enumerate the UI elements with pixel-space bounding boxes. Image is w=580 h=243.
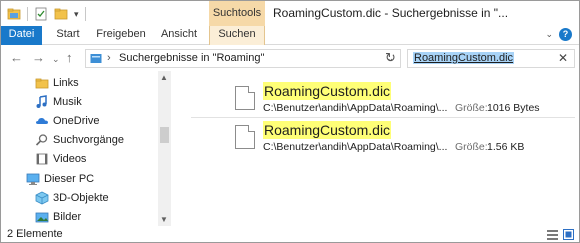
quick-access-toolbar: ▾ [7,6,86,22]
scroll-up-chevron-icon[interactable]: ▲ [160,73,168,82]
3d-objects-icon [35,191,49,205]
tab-ansicht[interactable]: Ansicht [158,26,200,45]
help-icon[interactable]: ? [559,28,572,41]
recent-locations-chevron-icon[interactable]: ⌄ [52,51,60,67]
up-arrow-icon[interactable]: ↑ [66,50,73,66]
tab-suchen[interactable]: Suchen [209,26,265,45]
search-icon [35,133,49,147]
status-bar: 2 Elemente [1,226,579,242]
address-row: ← → ⌄ ↑ › Suchergebnisse in "Roaming" ⌄ … [1,46,579,70]
new-folder-icon[interactable] [54,7,68,21]
list-item[interactable]: RoamingCustom.dic C:\Benutzer\andih\AppD… [229,121,575,163]
search-results-pane: RoamingCustom.dic C:\Benutzer\andih\AppD… [173,71,579,226]
scrollbar-thumb[interactable] [160,127,169,143]
file-icon [235,125,255,149]
window-title: RoamingCustom.dic - Suchergebnisse in ".… [273,6,509,20]
ribbon-tabs: Datei Start Freigeben Ansicht Suchen ⌄ ? [1,26,579,45]
search-results-icon [90,53,102,64]
navigation-pane: Links Musik OneDrive Suchvorgänge Videos [1,71,171,226]
file-name: RoamingCustom.dic [263,82,392,100]
file-icon [235,86,255,110]
title-bar: ▾ Suchtools RoamingCustom.dic - Sucherge… [1,1,579,26]
file-path: C:\Benutzer\andih\AppData\Roaming\... [263,102,448,114]
address-bar[interactable]: › Suchergebnisse in "Roaming" ⌄ [85,49,401,68]
onedrive-cloud-icon [35,114,49,128]
sidebar-item-label: Links [53,77,79,89]
item-count: 2 Elemente [7,228,63,240]
details-view-icon[interactable] [547,229,558,240]
music-icon [35,95,49,109]
computer-icon [26,172,40,186]
sidebar-item-label: Bilder [53,211,82,223]
properties-icon[interactable] [34,7,48,21]
file-name: RoamingCustom.dic [263,121,392,139]
customize-toolbar-chevron-icon[interactable]: ▾ [74,7,79,21]
breadcrumb[interactable]: Suchergebnisse in "Roaming" [119,52,264,64]
ribbon-expand-chevron-icon[interactable]: ⌄ [545,29,553,40]
file-size-label: Größe: [455,102,488,114]
divider [191,117,575,118]
file-size-value: 1016 Bytes [487,102,540,114]
back-arrow-icon[interactable]: ← [10,50,23,66]
context-tab-suchtools: Suchtools [209,1,265,26]
large-icons-view-icon[interactable] [563,229,574,240]
sidebar-item-label: OneDrive [53,115,100,127]
scroll-down-chevron-icon[interactable]: ▼ [160,215,168,224]
clear-search-icon[interactable]: ✕ [558,51,568,65]
refresh-icon[interactable]: ↻ [385,50,396,66]
forward-arrow-icon[interactable]: → [32,50,45,66]
toolbar-separator [84,7,86,21]
sidebar-item-label: 3D-Objekte [53,192,109,204]
file-size-value: 1.56 KB [487,141,525,153]
toolbar-separator [27,7,28,21]
sidebar-item-label: Musik [53,96,82,108]
pictures-icon [35,210,49,224]
sidebar-item-label: Suchvorgänge [53,134,124,146]
tab-start[interactable]: Start [51,26,85,45]
breadcrumb-chevron-icon: › [107,52,111,64]
tab-datei[interactable]: Datei [1,26,42,45]
file-path: C:\Benutzer\andih\AppData\Roaming\... [263,141,448,153]
sidebar-item-label: Videos [53,153,87,165]
explorer-window: ▾ Suchtools RoamingCustom.dic - Sucherge… [0,0,580,243]
sidebar-item-label: Dieser PC [44,173,95,185]
folder-icon[interactable] [7,7,21,21]
sidebar-scrollbar[interactable]: ▲ ▼ [158,71,171,226]
tab-freigeben[interactable]: Freigeben [96,26,146,45]
search-input[interactable]: RoamingCustom.dic ✕ [407,49,575,68]
file-size-label: Größe: [455,141,488,153]
search-query-text: RoamingCustom.dic [413,52,515,64]
video-icon [35,152,49,166]
links-folder-icon [35,76,49,90]
